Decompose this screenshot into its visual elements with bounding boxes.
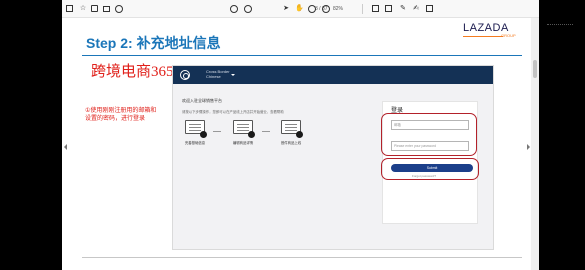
- viewer-right-edge: [539, 0, 585, 270]
- onboarding-step-2: 编辑商品详情: [225, 120, 261, 145]
- viewer-left-edge: [0, 0, 62, 270]
- logo-subtext: GROUP: [501, 33, 516, 38]
- arrow-up-icon[interactable]: [230, 5, 238, 13]
- zoom-in-icon[interactable]: [322, 5, 330, 13]
- title-divider: [82, 55, 522, 56]
- portal-logo-icon: [180, 70, 190, 80]
- fit-page-icon[interactable]: [372, 5, 379, 12]
- portal-brand-line2: Chinese: [206, 74, 221, 79]
- comment-icon[interactable]: [385, 5, 392, 12]
- document-icon: [185, 120, 207, 138]
- step-label: 编辑商品详情: [232, 141, 254, 145]
- sign-icon[interactable]: ✍: [412, 5, 420, 13]
- email-icon[interactable]: [103, 6, 110, 12]
- watermark-text: 跨境电商365: [91, 64, 174, 80]
- decorative-line: [547, 24, 573, 34]
- print-icon[interactable]: [91, 5, 98, 12]
- submit-highlight: [381, 158, 479, 180]
- cursor-icon[interactable]: ➤: [282, 5, 290, 13]
- share-icon[interactable]: [426, 5, 433, 12]
- step-badge: [248, 131, 255, 138]
- hand-icon[interactable]: ✋: [295, 5, 304, 13]
- zoom-level[interactable]: 82%: [333, 4, 351, 14]
- portal-welcome-title: 欢迎入驻全球销售平台: [182, 98, 222, 103]
- onboarding-step-3: 首件商品上线: [273, 120, 309, 145]
- previous-page-arrow-icon[interactable]: [64, 144, 67, 150]
- chevron-down-icon[interactable]: [231, 74, 235, 76]
- vertical-scrollbar[interactable]: [531, 18, 539, 270]
- document-icon: [233, 120, 255, 138]
- home-icon[interactable]: [66, 5, 73, 12]
- portal-header: Cross Border Chinese: [173, 66, 493, 84]
- onboarding-step-1: 完善基础信息: [177, 120, 213, 145]
- step-badge: [296, 131, 303, 138]
- step-label: 首件商品上线: [280, 141, 302, 145]
- step-connector: [262, 131, 270, 132]
- step-label: 完善基础信息: [184, 141, 206, 145]
- next-page-arrow-icon[interactable]: [527, 144, 530, 150]
- pdf-toolbar: ☆ 3 / 37 ➤ ✋ 82% ✎ ✍: [62, 0, 539, 18]
- logo-underline: [463, 36, 503, 37]
- pen-icon[interactable]: ✎: [399, 5, 407, 13]
- document-icon: [281, 120, 303, 138]
- search-icon[interactable]: [115, 5, 123, 13]
- step-connector: [213, 131, 221, 132]
- annotation-note: ①使用刚刚注册用的邮箱和设置的密码，进行登录: [85, 108, 157, 122]
- zoom-out-icon[interactable]: [308, 5, 316, 13]
- credentials-highlight: [381, 113, 477, 156]
- arrow-down-icon[interactable]: [244, 5, 252, 13]
- star-icon[interactable]: ☆: [79, 5, 87, 13]
- portal-welcome-subtitle: 请按以下步骤操作，您即可以在产品线上开店并开始营业，查看帮助: [182, 110, 284, 114]
- toolbar-divider: [362, 4, 363, 14]
- slide-title: Step 2: 补充地址信息: [86, 35, 221, 51]
- portal-brand: Cross Border Chinese: [206, 69, 230, 79]
- scrollbar-thumb[interactable]: [533, 60, 537, 78]
- lazada-logo: LAZADA GROUP: [463, 22, 521, 38]
- bottom-divider: [82, 257, 522, 258]
- step-badge: [200, 131, 207, 138]
